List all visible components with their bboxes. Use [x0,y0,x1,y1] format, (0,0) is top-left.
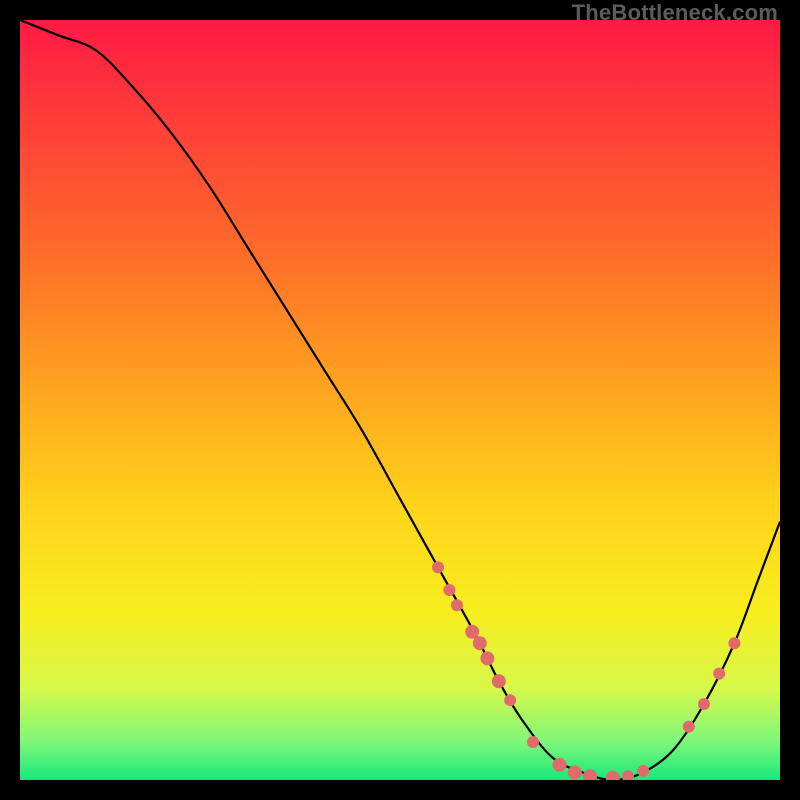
highlight-point [443,584,455,596]
highlight-point [698,698,710,710]
highlight-point [451,599,463,611]
highlight-point [432,561,444,573]
highlight-point [527,736,539,748]
highlight-point [713,668,725,680]
highlight-point [480,651,494,665]
highlight-point [465,625,479,639]
highlight-point [637,765,649,777]
chart-frame [20,20,780,780]
highlight-point [683,721,695,733]
highlight-point [728,637,740,649]
highlight-point [568,765,582,779]
highlight-point [492,674,506,688]
gradient-background [20,20,780,780]
highlight-point [473,636,487,650]
highlight-point [504,694,516,706]
bottleneck-chart [20,20,780,780]
highlight-point [553,758,567,772]
watermark-text: TheBottleneck.com [572,0,778,26]
